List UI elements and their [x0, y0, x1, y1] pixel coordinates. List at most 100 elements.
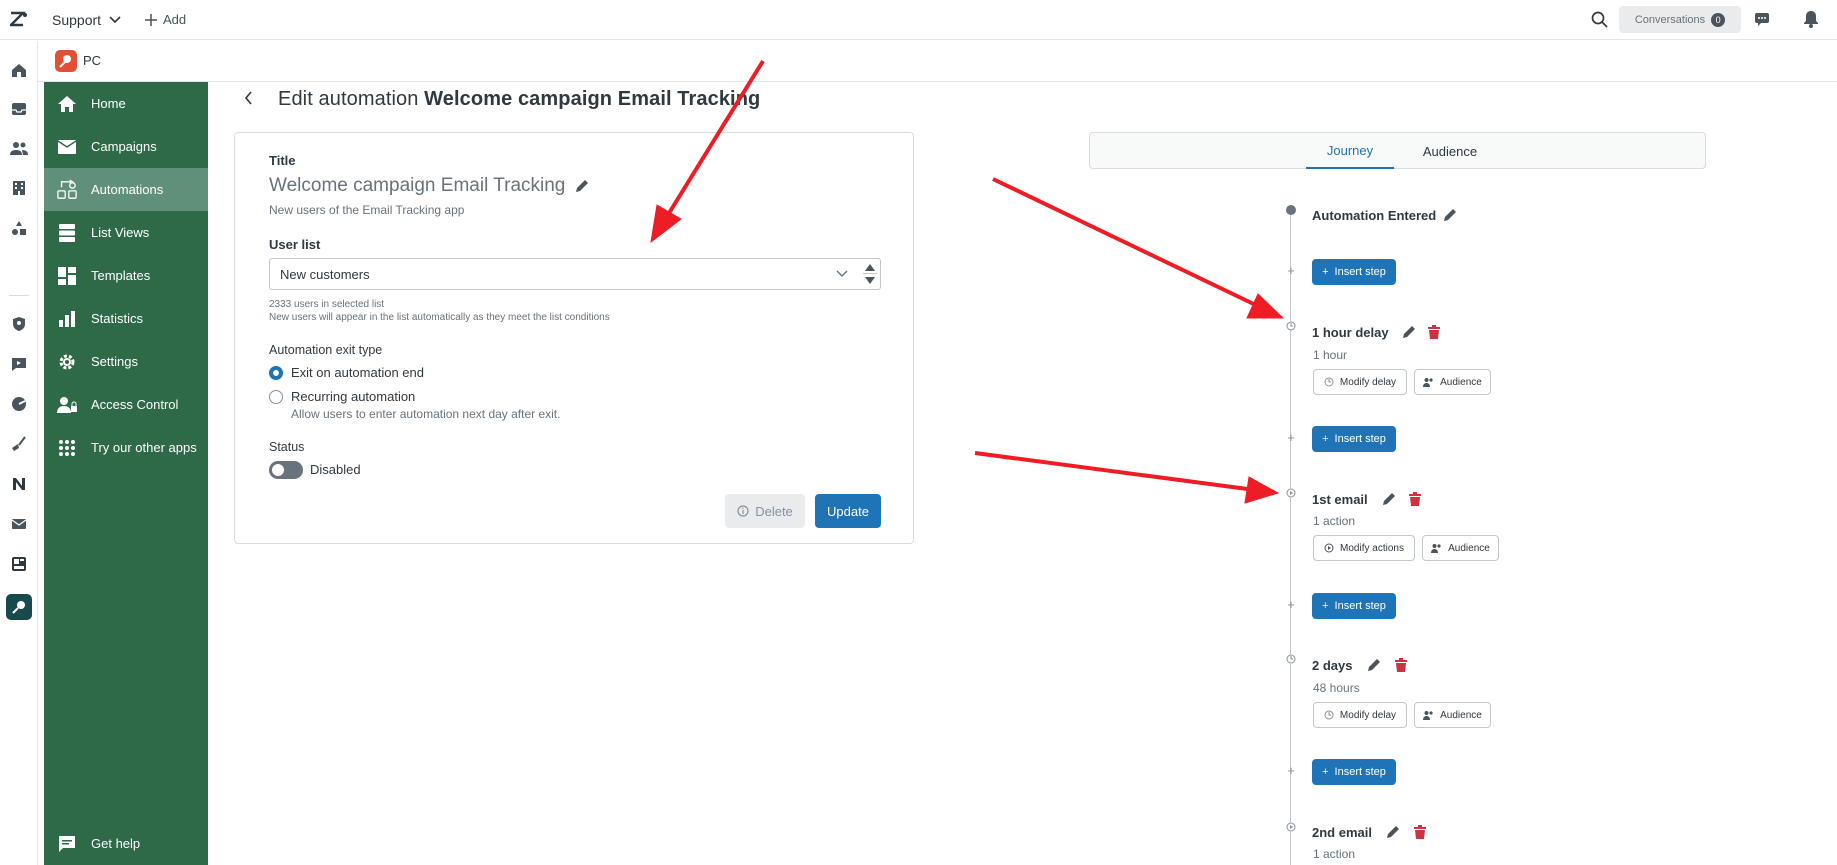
- status-toggle[interactable]: [269, 461, 303, 479]
- plus-icon: +: [1322, 600, 1329, 612]
- trash-icon[interactable]: [1414, 825, 1426, 839]
- plus-icon: +: [1322, 433, 1329, 445]
- audience-button[interactable]: Audience: [1414, 702, 1491, 728]
- plus-icon: +: [1322, 766, 1329, 778]
- modify-delay-button[interactable]: Modify delay: [1313, 702, 1407, 728]
- sidebar-item-other-apps[interactable]: Try our other apps: [44, 426, 208, 469]
- user-list-select[interactable]: New customers: [269, 258, 881, 290]
- page-title-name: Welcome campaign Email Tracking: [424, 88, 761, 110]
- rail-divider: [9, 295, 29, 296]
- app-logo-icon: [55, 50, 77, 72]
- chat-bubble-icon[interactable]: [10, 355, 28, 373]
- pencil-icon[interactable]: [575, 179, 589, 193]
- step-subtitle: 1 hour: [1313, 348, 1348, 362]
- back-chevron-icon[interactable]: [244, 91, 254, 105]
- user-list-value: New customers: [280, 266, 370, 282]
- insert-step-label: Insert step: [1334, 266, 1386, 278]
- tab-journey[interactable]: Journey: [1306, 133, 1394, 169]
- organizations-icon[interactable]: [10, 179, 28, 197]
- audience-button[interactable]: Audience: [1422, 535, 1499, 561]
- toggle-knob: [272, 464, 284, 476]
- delete-button[interactable]: Delete: [725, 494, 805, 528]
- dashboard-app-icon[interactable]: [10, 555, 28, 573]
- search-icon[interactable]: [1591, 11, 1608, 28]
- radio-label-group: Recurring automation Allow users to ente…: [291, 389, 560, 421]
- exit-on-end-radio[interactable]: Exit on automation end: [269, 365, 424, 380]
- objects-icon[interactable]: [10, 219, 28, 237]
- sidebar-item-settings[interactable]: Settings: [44, 340, 208, 383]
- recurring-automation-radio[interactable]: Recurring automation Allow users to ente…: [269, 389, 560, 421]
- step-title: 1 hour delay: [1312, 325, 1389, 340]
- modify-delay-button[interactable]: Modify delay: [1313, 369, 1407, 395]
- clock-icon: [1324, 710, 1334, 720]
- plus-icon: [145, 13, 157, 26]
- conversations-label: Conversations: [1634, 13, 1706, 26]
- get-help-label: Get help: [91, 836, 141, 851]
- play-circle-icon: [1286, 488, 1296, 498]
- bell-icon[interactable]: [1803, 10, 1819, 28]
- mail-app-icon[interactable]: [10, 515, 28, 533]
- sidebar-item-access-control[interactable]: Access Control: [44, 383, 208, 426]
- insert-step-button[interactable]: + Insert step: [1312, 259, 1396, 285]
- sidebar-item-campaigns[interactable]: Campaigns: [44, 125, 208, 168]
- audience-label: Audience: [1440, 709, 1482, 721]
- insert-step-button[interactable]: + Insert step: [1312, 593, 1396, 619]
- add-button[interactable]: Add: [145, 12, 186, 27]
- pencil-icon[interactable]: [1386, 825, 1400, 839]
- apps-grid-icon: [57, 438, 77, 458]
- tab-audience[interactable]: Audience: [1406, 133, 1494, 169]
- pencil-icon[interactable]: [1367, 658, 1381, 672]
- page-title-prefix: Edit automation: [278, 88, 419, 110]
- trash-icon[interactable]: [1428, 325, 1440, 339]
- users-count-text: 2333 users in selected list: [269, 299, 385, 310]
- trash-icon[interactable]: [1395, 658, 1407, 672]
- sidebar-item-label: Home: [91, 96, 126, 111]
- home-icon[interactable]: [10, 61, 28, 79]
- step-title: 2nd email: [1312, 825, 1372, 840]
- update-button[interactable]: Update: [815, 494, 881, 528]
- sidebar-item-home[interactable]: Home: [44, 82, 208, 125]
- app-sidebar: Home Campaigns Automations List Views Te…: [44, 82, 208, 865]
- chat-icon[interactable]: [1754, 11, 1770, 27]
- templates-icon: [57, 266, 77, 286]
- gear-icon: [57, 352, 77, 372]
- app-header: PC: [38, 41, 1837, 82]
- pencil-icon[interactable]: [1382, 492, 1396, 506]
- n-app-icon[interactable]: [10, 475, 28, 493]
- sidebar-item-label: Try our other apps: [91, 440, 197, 455]
- sidebar-item-label: Statistics: [91, 311, 144, 326]
- sidebar-item-label: Templates: [91, 268, 151, 283]
- shield-icon[interactable]: [10, 315, 28, 333]
- delete-label: Delete: [755, 503, 793, 519]
- plus-icon: +: [1287, 263, 1295, 278]
- insert-step-button[interactable]: + Insert step: [1312, 759, 1396, 785]
- explore-icon[interactable]: [10, 395, 28, 413]
- zendesk-logo-icon[interactable]: [10, 11, 28, 27]
- sidebar-item-statistics[interactable]: Statistics: [44, 297, 208, 340]
- users-icon: [1431, 543, 1442, 553]
- trash-icon[interactable]: [1409, 492, 1421, 506]
- sidebar-item-automations[interactable]: Automations: [44, 168, 208, 211]
- sidebar-item-label: Automations: [91, 182, 164, 197]
- insert-step-button[interactable]: + Insert step: [1312, 426, 1396, 452]
- pencil-icon[interactable]: [1402, 325, 1416, 339]
- inbox-icon[interactable]: [10, 100, 28, 118]
- modify-actions-button[interactable]: Modify actions: [1313, 535, 1415, 561]
- plus-icon: +: [1287, 763, 1295, 778]
- sidebar-item-list-views[interactable]: List Views: [44, 211, 208, 254]
- conversations-button[interactable]: Conversations 0: [1619, 6, 1741, 33]
- broom-icon[interactable]: [10, 435, 28, 453]
- users-icon[interactable]: [10, 139, 28, 157]
- proactive-app-icon[interactable]: [6, 594, 32, 620]
- get-help-button[interactable]: Get help: [44, 822, 208, 865]
- chevron-down-icon: [109, 16, 121, 24]
- spinner-arrows-icon[interactable]: [862, 261, 878, 287]
- product-switcher[interactable]: Support: [52, 12, 121, 28]
- insert-step-label: Insert step: [1334, 766, 1386, 778]
- plus-icon: +: [1287, 597, 1295, 612]
- pencil-icon[interactable]: [1443, 208, 1457, 222]
- step-subtitle: 1 action: [1313, 514, 1356, 528]
- sidebar-item-templates[interactable]: Templates: [44, 254, 208, 297]
- audience-button[interactable]: Audience: [1414, 369, 1491, 395]
- title-value: Welcome campaign Email Tracking: [269, 175, 589, 197]
